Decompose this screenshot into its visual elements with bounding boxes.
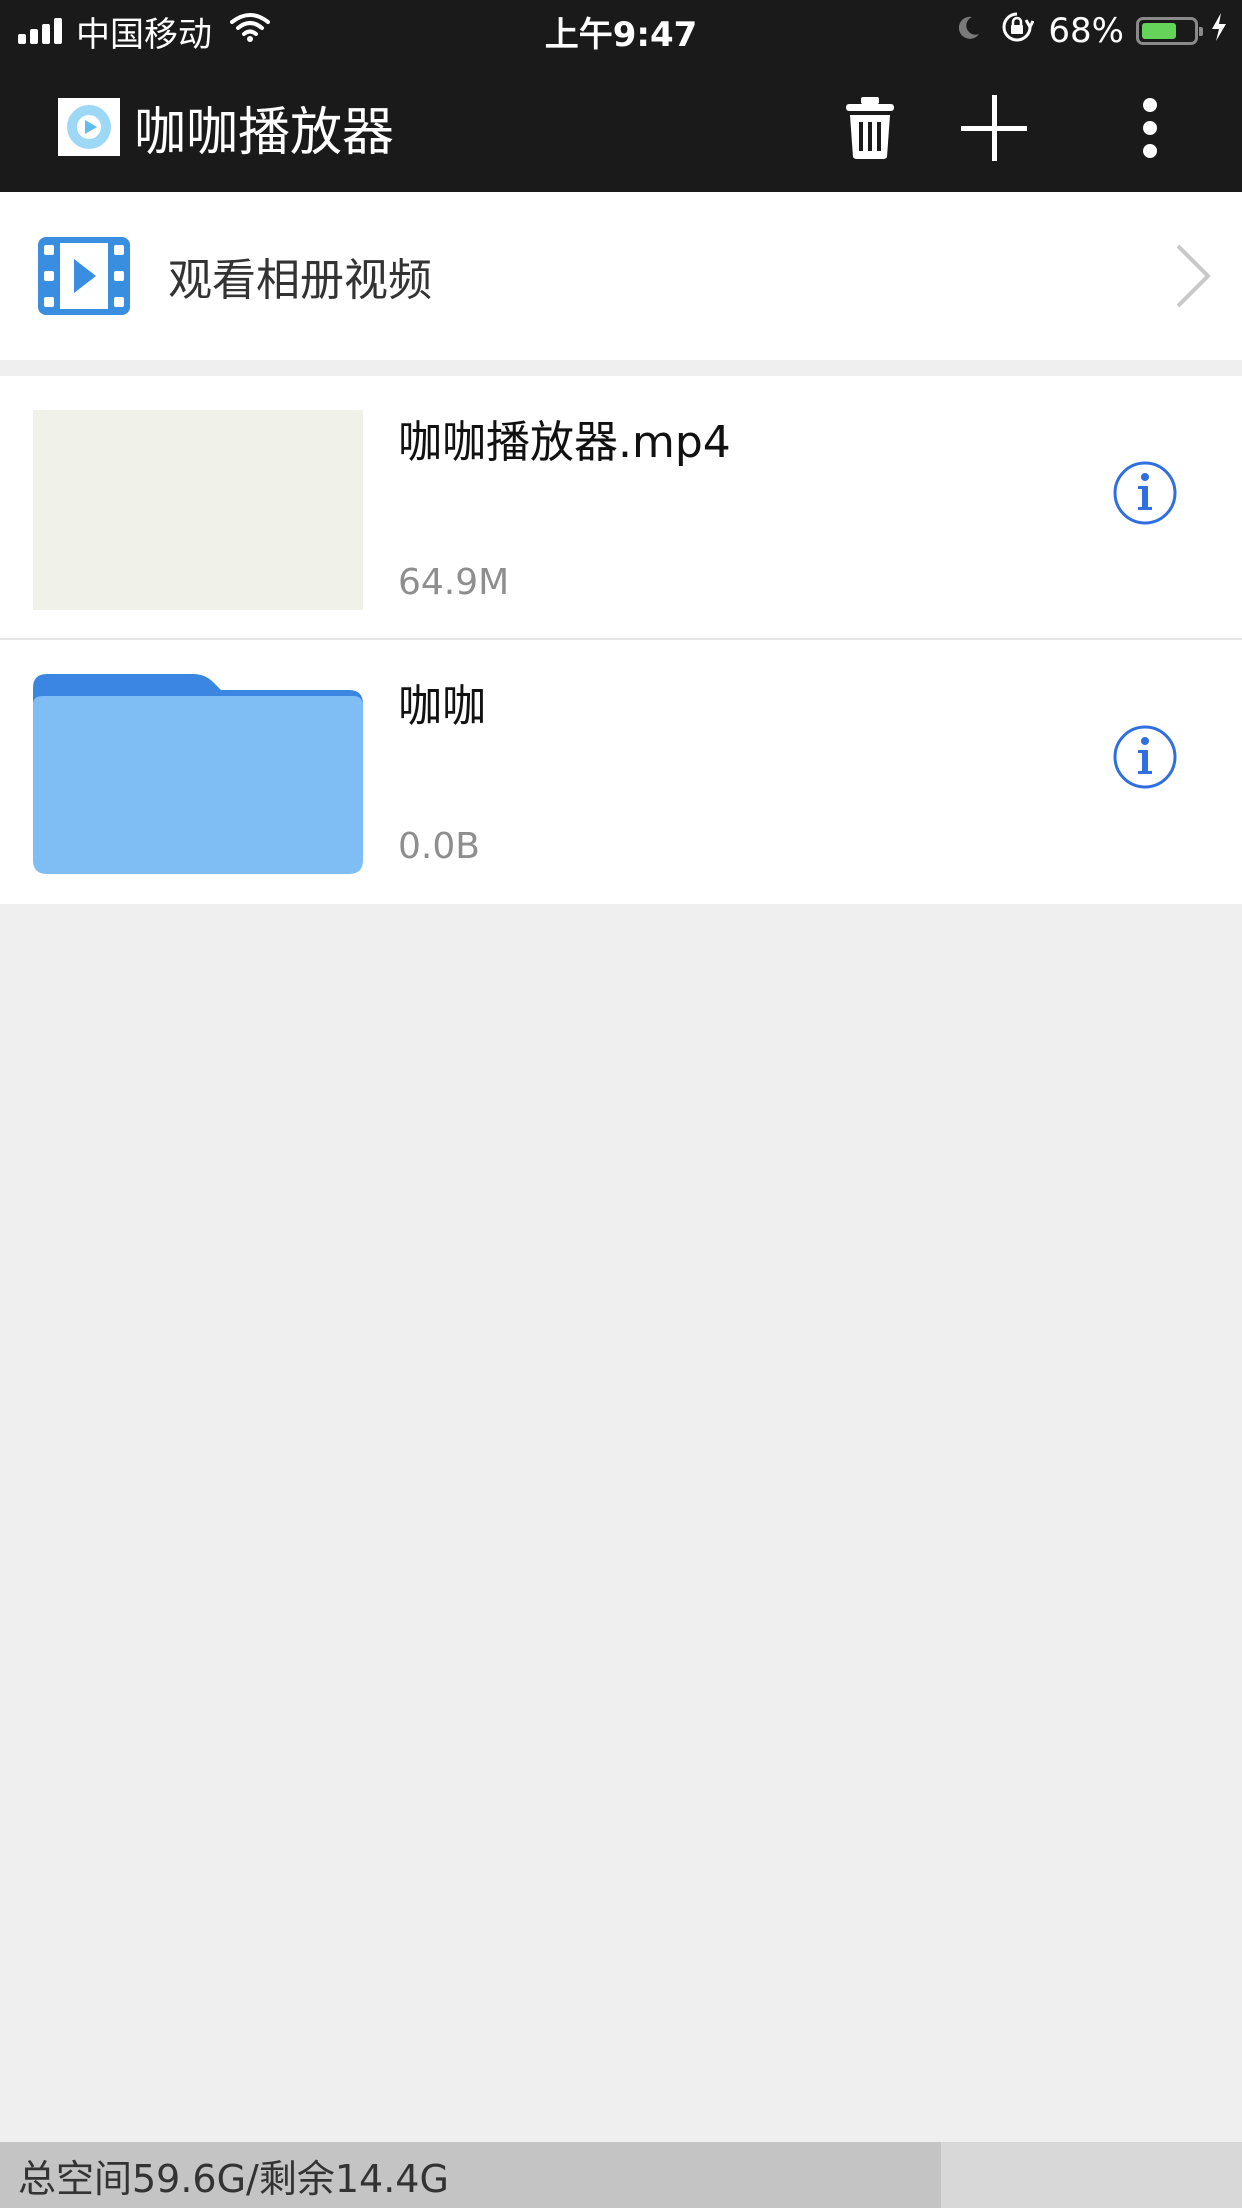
orientation-lock-icon	[1000, 10, 1035, 53]
file-item-folder[interactable]: 咖咖 0.0B	[0, 640, 1242, 904]
app-title: 咖咖播放器	[134, 102, 395, 163]
film-icon	[38, 237, 130, 319]
file-name: 咖咖	[398, 681, 486, 732]
more-button[interactable]	[1112, 90, 1188, 166]
file-list: 咖咖播放器.mp4 64.9M 咖咖 0.0B	[0, 376, 1242, 904]
moon-icon	[954, 11, 982, 51]
charging-icon	[1210, 11, 1228, 51]
battery-icon	[1136, 17, 1203, 45]
storage-text: 总空间59.6G/剩余14.4G	[18, 2156, 449, 2201]
status-right: 68%	[954, 0, 1228, 62]
album-videos-label: 观看相册视频	[168, 255, 432, 306]
folder-icon	[33, 674, 363, 874]
album-videos-row[interactable]: 观看相册视频	[0, 192, 1242, 360]
file-size: 0.0B	[398, 826, 480, 867]
chevron-right-icon	[1174, 242, 1214, 314]
video-thumbnail	[33, 410, 363, 610]
file-size: 64.9M	[398, 562, 510, 603]
trash-icon	[846, 97, 894, 159]
status-bar: 中国移动 上午9:47 68%	[0, 0, 1242, 62]
more-vertical-icon	[1143, 98, 1157, 158]
info-icon	[1113, 725, 1177, 789]
delete-button[interactable]	[832, 90, 908, 166]
file-item-video[interactable]: 咖咖播放器.mp4 64.9M	[0, 376, 1242, 640]
info-button[interactable]	[1112, 724, 1178, 790]
battery-percent: 68%	[1048, 11, 1124, 51]
file-name: 咖咖播放器.mp4	[398, 417, 731, 468]
info-button[interactable]	[1112, 460, 1178, 526]
add-button[interactable]	[956, 90, 1032, 166]
info-icon	[1113, 461, 1177, 525]
nav-bar: 咖咖播放器	[0, 62, 1242, 192]
app-logo-icon	[58, 98, 120, 156]
battery-fill	[1142, 23, 1176, 39]
plus-icon	[961, 95, 1027, 161]
storage-footer: 总空间59.6G/剩余14.4G	[0, 2142, 1242, 2208]
